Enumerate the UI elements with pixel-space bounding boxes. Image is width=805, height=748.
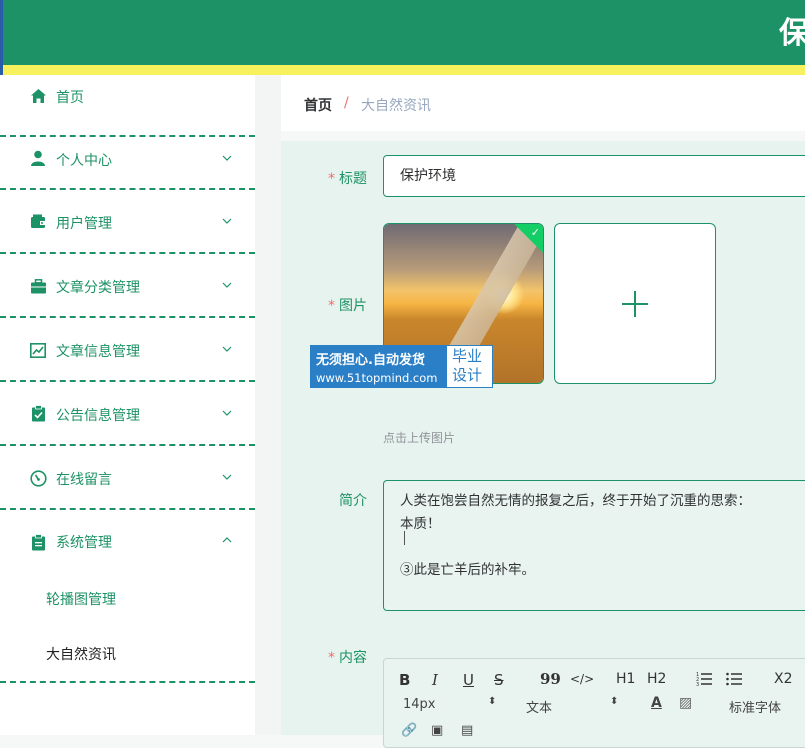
plus-icon bbox=[622, 291, 648, 317]
wallet-icon bbox=[29, 212, 47, 230]
user-icon bbox=[29, 149, 47, 167]
strike-button[interactable]: S bbox=[494, 671, 504, 689]
briefcase-icon bbox=[29, 277, 47, 295]
sidebar-item-label: 系统管理 bbox=[56, 535, 112, 551]
intro-label: 简介 bbox=[339, 493, 367, 509]
title-input[interactable]: 保护环境 bbox=[383, 155, 805, 197]
image-upload-button[interactable] bbox=[554, 223, 716, 384]
underline-button[interactable]: U bbox=[463, 671, 474, 689]
chart-icon bbox=[29, 341, 47, 359]
chevron-down-icon bbox=[222, 410, 232, 416]
chevron-down-icon bbox=[222, 218, 232, 224]
subscript-button[interactable]: X2 bbox=[774, 671, 793, 687]
chevron-down-icon bbox=[222, 155, 232, 161]
submenu-item-label: 大自然资讯 bbox=[46, 647, 116, 663]
block-format-select[interactable]: 文本 bbox=[526, 697, 552, 716]
sidebar-item-messages[interactable]: 在线留言 bbox=[0, 446, 255, 510]
breadcrumb-home[interactable]: 首页 bbox=[304, 95, 332, 115]
sidebar-item-label: 用户管理 bbox=[56, 216, 112, 232]
gauge-icon bbox=[29, 469, 47, 487]
select-arrows-icon: ⬍ bbox=[610, 696, 619, 707]
chevron-down-icon bbox=[222, 474, 232, 480]
font-size-select[interactable]: 14px bbox=[403, 697, 436, 712]
bold-button[interactable]: B bbox=[399, 671, 410, 689]
svg-text:3: 3 bbox=[696, 682, 699, 687]
italic-button[interactable]: I bbox=[432, 671, 438, 689]
top-header: 保 bbox=[0, 0, 805, 65]
ordered-list-icon[interactable]: 123 bbox=[696, 671, 713, 687]
sidebar-item-label: 首页 bbox=[56, 90, 84, 106]
title-label: * 标题 bbox=[328, 171, 367, 187]
document-icon bbox=[29, 533, 47, 551]
chevron-down-icon bbox=[222, 282, 232, 288]
site-title: 保 bbox=[779, 16, 805, 51]
intro-line: ③此是亡羊后的补牢。 bbox=[400, 562, 535, 578]
upload-hint: 点击上传图片 bbox=[383, 431, 456, 445]
bullet-list-icon[interactable] bbox=[726, 671, 743, 687]
watermark-tag: 毕业 bbox=[452, 347, 483, 365]
font-color-icon[interactable]: A bbox=[651, 695, 662, 711]
sidebar-item-article-category[interactable]: 文章分类管理 bbox=[0, 254, 255, 318]
sidebar-item-personal-center[interactable]: 个人中心 bbox=[0, 127, 255, 190]
home-icon bbox=[29, 87, 47, 105]
sidebar-item-label: 在线留言 bbox=[56, 472, 112, 488]
image-icon[interactable]: ▣ bbox=[431, 723, 443, 738]
sidebar-item-label: 文章信息管理 bbox=[56, 344, 140, 360]
intro-line: 人类在饱尝自然无情的报复之后，终于开始了沉重的思索： bbox=[400, 493, 751, 509]
text-cursor bbox=[404, 531, 413, 545]
breadcrumb-current: 大自然资讯 bbox=[361, 98, 431, 114]
intro-line: 本质！ bbox=[400, 516, 441, 532]
watermark-url: www.51topmind.com bbox=[316, 371, 438, 385]
window-edge bbox=[0, 0, 3, 75]
video-icon[interactable]: ▤ bbox=[461, 723, 473, 738]
blockquote-button[interactable]: 99 bbox=[540, 670, 561, 688]
submenu-item-label: 轮播图管理 bbox=[46, 592, 116, 608]
header-accent-bar bbox=[0, 65, 805, 75]
sidebar: 首页 个人中心 用户管理 文章分类管理 文章信息管理 公告信息管理 在线留言 系… bbox=[0, 75, 255, 735]
image-label: * 图片 bbox=[328, 298, 367, 314]
font-family-select[interactable]: 标准字体 bbox=[729, 697, 781, 716]
sidebar-item-article-info[interactable]: 文章信息管理 bbox=[0, 318, 255, 382]
watermark-overlay: 无须担心.自动发货 www.51topmind.com 毕业 设计 bbox=[310, 345, 493, 388]
heading1-button[interactable]: H1 bbox=[616, 671, 635, 687]
content-label: * 内容 bbox=[328, 650, 367, 666]
intro-textarea[interactable]: 人类在饱尝自然无情的报复之后，终于开始了沉重的思索： 本质！ ③此是亡羊后的补牢… bbox=[383, 480, 805, 611]
breadcrumb-separator: / bbox=[344, 95, 349, 111]
chevron-up-icon bbox=[222, 537, 232, 543]
sidebar-item-label: 文章分类管理 bbox=[56, 280, 140, 296]
sidebar-item-user-management[interactable]: 用户管理 bbox=[0, 190, 255, 254]
check-icon: ✓ bbox=[530, 226, 540, 239]
sidebar-item-announcement[interactable]: 公告信息管理 bbox=[0, 382, 255, 446]
heading2-button[interactable]: H2 bbox=[647, 671, 666, 687]
watermark-text: 无须担心.自动发货 bbox=[316, 353, 425, 368]
select-arrows-icon: ⬍ bbox=[488, 696, 497, 707]
sidebar-item-system[interactable]: 系统管理 bbox=[0, 510, 255, 574]
code-button[interactable]: </> bbox=[570, 672, 594, 686]
watermark-tag: 设计 bbox=[452, 366, 483, 384]
chevron-down-icon bbox=[222, 346, 232, 352]
sidebar-item-label: 公告信息管理 bbox=[56, 408, 140, 424]
clipboard-check-icon bbox=[29, 404, 47, 422]
breadcrumb: 首页 / 大自然资讯 bbox=[281, 75, 805, 131]
submenu-item-nature-news[interactable]: 大自然资讯 bbox=[0, 628, 255, 683]
background-color-icon[interactable]: ▨ bbox=[679, 695, 692, 711]
link-icon[interactable]: 🔗 bbox=[401, 723, 417, 738]
submenu-item-carousel[interactable]: 轮播图管理 bbox=[0, 573, 255, 625]
sidebar-item-label: 个人中心 bbox=[56, 153, 112, 169]
layout-gutter bbox=[255, 75, 281, 735]
